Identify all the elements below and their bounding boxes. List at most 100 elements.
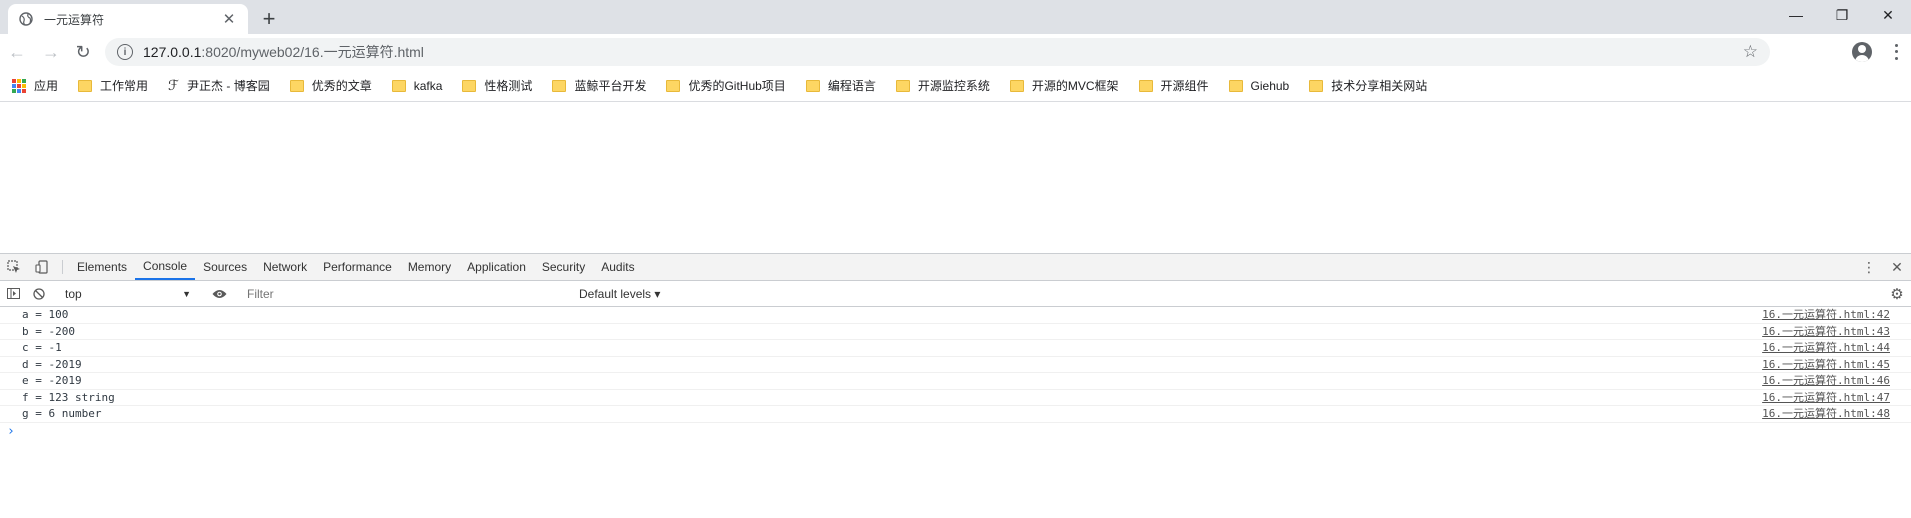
window-controls: — ❐ ✕ — [1773, 0, 1911, 30]
profile-avatar-icon[interactable] — [1852, 42, 1872, 62]
bookmarks-bar: 应用 工作常用 ℱ 尹正杰 - 博客园 优秀的文章 kafka 性格测试 蓝鲸平台开发 优秀的G… — [0, 70, 1911, 102]
console-settings-gear-icon[interactable]: ⚙ — [1887, 284, 1907, 304]
back-button[interactable]: ← — [4, 39, 30, 65]
blog-icon: ℱ — [168, 77, 180, 93]
source-link[interactable]: 16.一元运算符.html:45 — [1762, 357, 1890, 373]
tab-console[interactable]: Console — [135, 254, 196, 280]
bookmark-label: 蓝鲸平台开发 — [574, 79, 647, 93]
browser-menu-icon[interactable] — [1888, 42, 1904, 62]
bookmark-item[interactable]: 应用 — [12, 77, 58, 94]
bookmark-item[interactable]: 蓝鲸平台开发 — [552, 77, 646, 94]
console-message-text: f = 123 string — [22, 390, 115, 404]
inspect-element-icon[interactable] — [0, 254, 28, 280]
browser-tab[interactable]: 一元运算符 ✕ — [8, 4, 248, 34]
bookmark-item[interactable]: 优秀的GitHub项目 — [666, 77, 786, 94]
source-link[interactable]: 16.一元运算符.html:47 — [1762, 390, 1890, 406]
log-levels-dropdown[interactable]: Default levels ▾ — [579, 287, 660, 301]
tab-close-icon[interactable]: ✕ — [220, 10, 238, 28]
devtools-right-controls: ⋮ ✕ — [1855, 254, 1911, 281]
bookmark-label: 性格测试 — [484, 79, 533, 93]
console-message: d = -2019 16.一元运算符.html:45 — [0, 357, 1911, 373]
tab-title: 一元运算符 — [44, 12, 105, 27]
folder-icon — [1228, 79, 1243, 92]
console-message-text: c = -1 — [22, 341, 62, 354]
bookmark-label: Giehub — [1250, 78, 1290, 93]
folder-icon — [391, 79, 406, 92]
console-filter-input[interactable] — [241, 284, 571, 303]
bookmark-item[interactable]: 技术分享相关网站 — [1309, 77, 1427, 94]
url-path: :8020/myweb02/16.一元运算符.html — [201, 44, 424, 60]
live-expression-eye-icon[interactable] — [206, 281, 232, 307]
console-message: f = 123 string 16.一元运算符.html:47 — [0, 390, 1911, 406]
folder-icon — [1138, 79, 1153, 92]
bookmark-item[interactable]: 性格测试 — [462, 77, 532, 94]
console-prompt[interactable]: › — [0, 423, 1911, 441]
devtools-menu-icon[interactable]: ⋮ — [1855, 259, 1883, 276]
folder-icon — [78, 79, 93, 92]
context-value: top — [65, 286, 82, 301]
bookmark-item[interactable]: 编程语言 — [805, 77, 876, 94]
bookmark-item[interactable]: ℱ 尹正杰 - 博客园 — [168, 77, 270, 94]
site-info-icon[interactable]: i — [117, 44, 133, 60]
bookmark-label: 优秀的文章 — [311, 79, 372, 93]
tab-application[interactable]: Application — [459, 254, 534, 280]
page-content — [0, 103, 1911, 253]
close-window-button[interactable]: ✕ — [1865, 0, 1911, 30]
folder-icon — [805, 79, 820, 92]
console-message-text: a = 100 — [22, 308, 69, 321]
device-toolbar-icon[interactable] — [28, 254, 56, 280]
bookmark-item[interactable]: Giehub — [1228, 78, 1290, 93]
devtools-close-icon[interactable]: ✕ — [1883, 259, 1911, 276]
tab-security[interactable]: Security — [534, 254, 593, 280]
new-tab-button[interactable]: + — [256, 6, 282, 32]
devtools-panel: Elements Console Sources Network Performance… — [0, 253, 1911, 518]
source-link[interactable]: 16.一元运算符.html:48 — [1762, 406, 1890, 422]
bookmark-item[interactable]: 开源组件 — [1138, 77, 1209, 94]
tab-sources[interactable]: Sources — [195, 254, 255, 280]
bookmark-label: 开源监控系统 — [917, 79, 990, 93]
bookmark-label: 优秀的GitHub项目 — [688, 79, 786, 93]
reload-button[interactable]: ↻ — [70, 39, 96, 65]
url-host: 127.0.0.1 — [143, 44, 202, 60]
bookmark-item[interactable]: 开源监控系统 — [895, 77, 990, 94]
restore-button[interactable]: ❐ — [1819, 0, 1865, 30]
clear-console-icon[interactable] — [26, 281, 52, 307]
bookmark-label: 工作常用 — [100, 79, 149, 93]
context-selector[interactable]: top ▼ — [57, 284, 197, 304]
source-link[interactable]: 16.一元运算符.html:43 — [1762, 324, 1890, 340]
bookmark-item[interactable]: 开源的MVC框架 — [1009, 77, 1119, 94]
console-message: b = -200 16.一元运算符.html:43 — [0, 324, 1911, 340]
source-link[interactable]: 16.一元运算符.html:42 — [1762, 307, 1890, 323]
prompt-chevron-icon: › — [7, 423, 15, 439]
console-message-text: g = 6 number — [22, 407, 102, 420]
apps-grid-icon — [12, 78, 26, 93]
console-message-text: d = -2019 — [22, 357, 82, 371]
bookmark-star-icon[interactable]: ☆ — [1743, 42, 1758, 62]
devtools-tabbar: Elements Console Sources Network Performance… — [0, 254, 1911, 281]
source-link[interactable]: 16.一元运算符.html:44 — [1762, 340, 1890, 356]
folder-icon — [1309, 79, 1324, 92]
tab-performance[interactable]: Performance — [315, 254, 400, 280]
bookmark-label: 应用 — [34, 79, 59, 93]
minimize-button[interactable]: — — [1773, 0, 1819, 30]
bookmark-item[interactable]: 工作常用 — [78, 77, 148, 94]
toolbar-divider — [62, 260, 63, 274]
tab-network[interactable]: Network — [255, 254, 315, 280]
forward-button[interactable]: → — [38, 39, 64, 65]
tab-audits[interactable]: Audits — [593, 254, 642, 280]
browser-toolbar: ← → ↻ i 127.0.0.1:8020/myweb02/16.一元运算符.… — [0, 34, 1911, 70]
devtools-tab-list: Elements Console Sources Network Performance… — [69, 254, 643, 280]
bookmark-label: 技术分享相关网站 — [1331, 79, 1428, 93]
tab-elements[interactable]: Elements — [69, 254, 135, 280]
source-link[interactable]: 16.一元运算符.html:46 — [1762, 373, 1890, 389]
tab-memory[interactable]: Memory — [400, 254, 459, 280]
bookmark-label: 开源的MVC框架 — [1031, 79, 1119, 93]
show-sidebar-icon[interactable] — [0, 281, 26, 307]
console-message-text: b = -200 — [22, 324, 75, 338]
folder-icon — [1009, 79, 1024, 92]
console-message: g = 6 number 16.一元运算符.html:48 — [0, 406, 1911, 423]
bookmark-item[interactable]: kafka — [391, 79, 442, 93]
folder-icon — [552, 79, 567, 92]
address-bar[interactable]: i 127.0.0.1:8020/myweb02/16.一元运算符.html ☆ — [105, 38, 1770, 66]
bookmark-item[interactable]: 优秀的文章 — [289, 77, 372, 94]
